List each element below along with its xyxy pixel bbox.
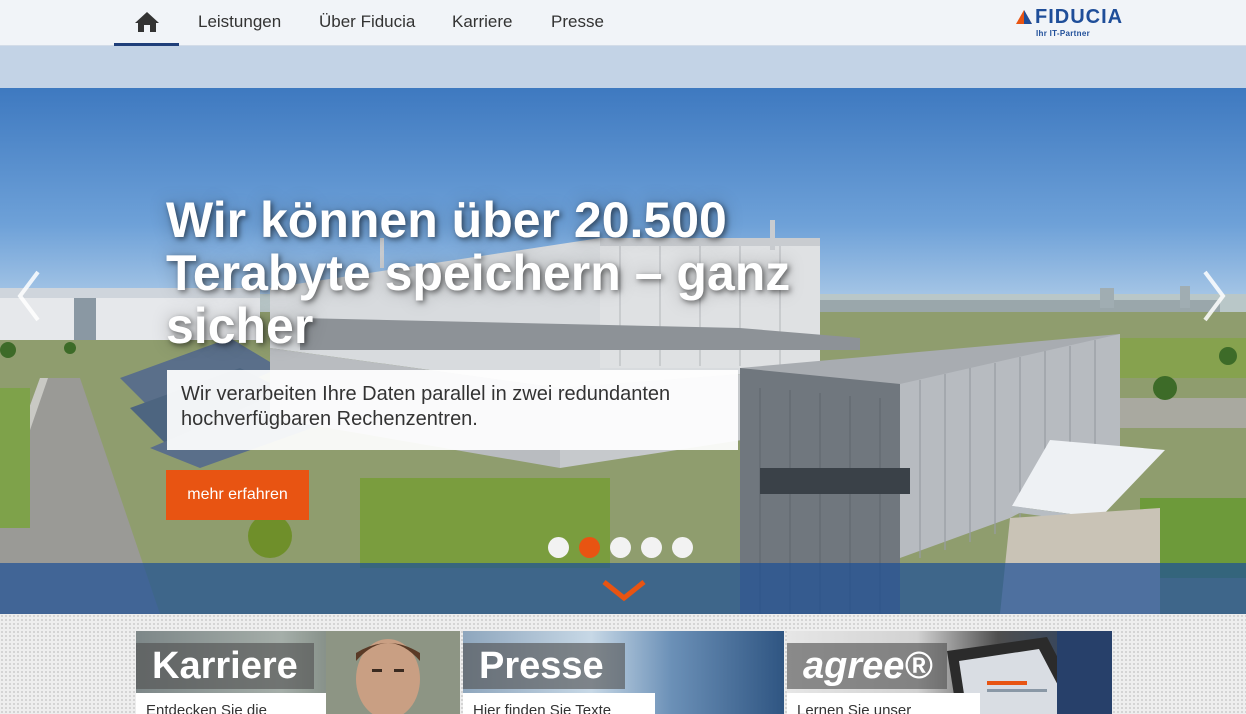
teaser-presse-text: Hier finden Sie Texte	[463, 693, 655, 714]
teaser-presse[interactable]: Presse Hier finden Sie Texte	[463, 631, 784, 714]
slider-dot-4[interactable]	[641, 537, 662, 558]
nav-item-leistungen[interactable]: Leistungen	[198, 0, 281, 46]
logo-triangle-icon	[1016, 10, 1032, 24]
teaser-agree-title: agree®	[787, 643, 947, 689]
nav-item-ueber-fiducia[interactable]: Über Fiducia	[319, 0, 415, 46]
logo-tagline: Ihr IT-Partner	[1036, 29, 1090, 38]
slider-dot-5[interactable]	[672, 537, 693, 558]
fiducia-logo[interactable]: FIDUCIA Ihr IT-Partner	[1016, 6, 1140, 40]
nav-home[interactable]	[114, 0, 179, 46]
slider-dot-3[interactable]	[610, 537, 631, 558]
top-navigation: Leistungen Über Fiducia Karriere Presse …	[0, 0, 1246, 46]
hero-headline: Wir können über 20.500 Terabyte speicher…	[166, 192, 791, 354]
teaser-agree[interactable]: agree® Lernen Sie unser	[787, 631, 1112, 714]
logo-name: FIDUCIA	[1035, 6, 1124, 28]
nav-item-presse[interactable]: Presse	[551, 0, 604, 46]
hero-subtext: Wir verarbeiten Ihre Daten parallel in z…	[167, 370, 738, 450]
teaser-agree-text: Lernen Sie unser	[787, 693, 980, 714]
slider-dot-1[interactable]	[548, 537, 569, 558]
home-icon	[134, 11, 159, 32]
slider-dot-2[interactable]	[579, 537, 600, 558]
teaser-karriere[interactable]: Karriere Entdecken Sie die	[136, 631, 460, 714]
chevron-right-icon[interactable]	[1195, 266, 1235, 326]
chevron-down-icon[interactable]	[600, 578, 648, 604]
nav-item-karriere[interactable]: Karriere	[452, 0, 512, 46]
chevron-left-icon[interactable]	[8, 266, 48, 326]
teaser-presse-title: Presse	[463, 643, 625, 689]
sub-navigation-bar	[0, 46, 1246, 88]
slider-dots	[548, 537, 693, 559]
teaser-karriere-text: Entdecken Sie die	[136, 693, 326, 714]
hero-slider: Wir können über 20.500 Terabyte speicher…	[0, 88, 1246, 614]
teaser-karriere-title: Karriere	[136, 643, 314, 689]
mehr-erfahren-button[interactable]: mehr erfahren	[166, 470, 309, 520]
